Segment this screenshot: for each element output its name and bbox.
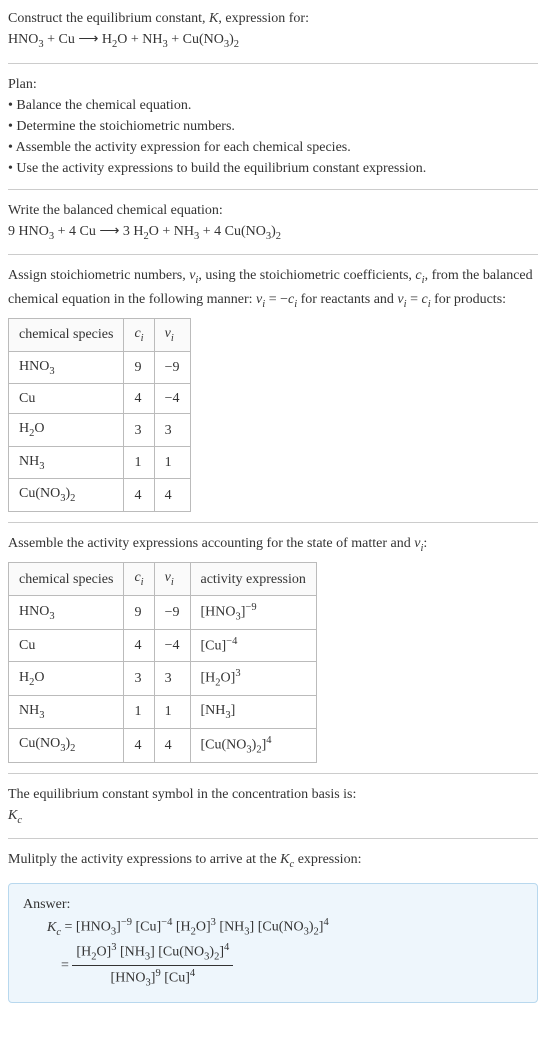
table-row: Cu(NO3)244[Cu(NO3)2]4 <box>9 728 317 762</box>
col-species: chemical species <box>9 563 124 596</box>
symbol-block: The equilibrium constant symbol in the c… <box>8 784 538 829</box>
fraction-denominator: [HNO3]9 [Cu]4 <box>72 966 233 991</box>
stoich-table: chemical species ci νi HNO39−9 Cu4−4 H2O… <box>8 318 191 512</box>
table-row: H2O33[H2O]3 <box>9 661 317 695</box>
activity-table: chemical species ci νi activity expressi… <box>8 562 317 762</box>
table-row: NH311 <box>9 446 191 479</box>
fraction-numerator: [H2O]3 [NH3] [Cu(NO3)2]4 <box>72 940 233 966</box>
col-nui: νi <box>154 319 190 352</box>
divider <box>8 189 538 190</box>
intro-line1: Construct the equilibrium constant, K, e… <box>8 8 538 29</box>
fraction: [H2O]3 [NH3] [Cu(NO3)2]4 [HNO3]9 [Cu]4 <box>72 940 233 991</box>
answer-line1: Kc = [HNO3]−9 [Cu]−4 [H2O]3 [NH3] [Cu(NO… <box>47 915 523 940</box>
col-nui: νi <box>154 563 190 596</box>
intro-block: Construct the equilibrium constant, K, e… <box>8 8 538 53</box>
stoich-intro: Assign stoichiometric numbers, νi, using… <box>8 265 538 312</box>
divider <box>8 63 538 64</box>
balanced-block: Write the balanced chemical equation: 9 … <box>8 200 538 245</box>
plan-item: • Assemble the activity expression for e… <box>8 137 538 158</box>
divider <box>8 254 538 255</box>
answer-expression: Kc = [HNO3]−9 [Cu]−4 [H2O]3 [NH3] [Cu(NO… <box>47 915 523 992</box>
plan-title: Plan: <box>8 74 538 95</box>
activity-intro: Assemble the activity expressions accoun… <box>8 533 538 557</box>
symbol-line1: The equilibrium constant symbol in the c… <box>8 784 538 805</box>
plan-item: • Determine the stoichiometric numbers. <box>8 116 538 137</box>
table-row: Cu(NO3)244 <box>9 479 191 512</box>
table-row: HNO39−9[HNO3]−9 <box>9 596 317 630</box>
col-activity: activity expression <box>190 563 316 596</box>
balanced-equation: 9 HNO3 + 4 Cu ⟶ 3 H2O + NH3 + 4 Cu(NO3)2 <box>8 221 538 245</box>
table-row: Cu4−4 <box>9 384 191 414</box>
table-row: H2O33 <box>9 414 191 447</box>
col-ci: ci <box>124 319 154 352</box>
intro-equation: HNO3 + Cu ⟶ H2O + NH3 + Cu(NO3)2 <box>8 29 538 53</box>
divider <box>8 522 538 523</box>
table-row: NH311[NH3] <box>9 696 317 729</box>
stoich-block: Assign stoichiometric numbers, νi, using… <box>8 265 538 512</box>
answer-box: Answer: Kc = [HNO3]−9 [Cu]−4 [H2O]3 [NH3… <box>8 883 538 1003</box>
col-ci: ci <box>124 563 154 596</box>
divider <box>8 838 538 839</box>
plan-item: • Balance the chemical equation. <box>8 95 538 116</box>
multiply-block: Mulitply the activity expressions to arr… <box>8 849 538 873</box>
table-header-row: chemical species ci νi activity expressi… <box>9 563 317 596</box>
table-row: Cu4−4[Cu]−4 <box>9 630 317 662</box>
symbol-kc: Kc <box>8 805 538 829</box>
activity-block: Assemble the activity expressions accoun… <box>8 533 538 763</box>
plan-block: Plan: • Balance the chemical equation. •… <box>8 74 538 179</box>
plan-item: • Use the activity expressions to build … <box>8 158 538 179</box>
divider <box>8 773 538 774</box>
answer-label: Answer: <box>23 894 523 915</box>
answer-line2: = [H2O]3 [NH3] [Cu(NO3)2]4 [HNO3]9 [Cu]4 <box>61 940 523 991</box>
col-species: chemical species <box>9 319 124 352</box>
table-row: HNO39−9 <box>9 351 191 384</box>
multiply-text: Mulitply the activity expressions to arr… <box>8 849 538 873</box>
table-header-row: chemical species ci νi <box>9 319 191 352</box>
balanced-title: Write the balanced chemical equation: <box>8 200 538 221</box>
